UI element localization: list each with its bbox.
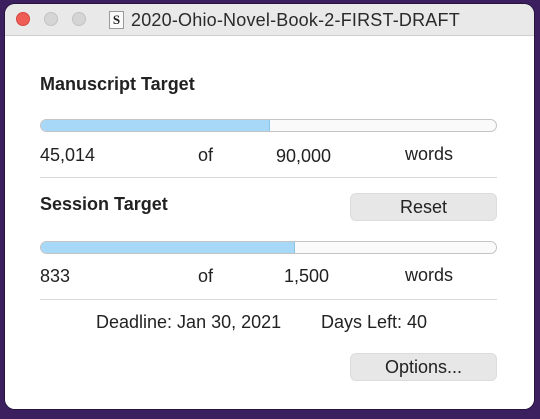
days-left-text: Days Left: 40 xyxy=(321,312,428,332)
manuscript-progress-bar xyxy=(40,119,497,132)
options-button[interactable]: Options... xyxy=(350,353,497,381)
session-progress-bar xyxy=(40,241,497,254)
section-divider xyxy=(40,299,497,300)
zoom-window-button[interactable] xyxy=(72,12,86,26)
manuscript-target-words[interactable]: 90,000 xyxy=(276,146,331,167)
manuscript-target-heading: Manuscript Target xyxy=(40,74,195,94)
window-title: 2020-Ohio-Novel-Book-2-FIRST-DRAFT xyxy=(131,10,460,30)
manuscript-of-label: of xyxy=(198,145,214,165)
minimize-window-button[interactable] xyxy=(44,12,58,26)
targets-panel: Manuscript Target 45,014 of 90,000 words… xyxy=(5,36,534,409)
session-progress-fill xyxy=(41,242,295,253)
manuscript-current-words: 45,014 xyxy=(40,145,96,165)
manuscript-unit-label[interactable]: words xyxy=(405,144,453,165)
manuscript-progress-fill xyxy=(41,120,270,131)
session-target-words[interactable]: 1,500 xyxy=(284,266,329,287)
title-bar[interactable]: S 2020-Ohio-Novel-Book-2-FIRST-DRAFT xyxy=(5,4,534,36)
session-of-label: of xyxy=(198,266,214,286)
session-target-heading: Session Target xyxy=(40,194,168,214)
close-window-button[interactable] xyxy=(16,12,30,26)
deadline-text: Deadline: Jan 30, 2021 xyxy=(96,312,282,332)
session-current-words: 833 xyxy=(40,266,71,286)
scrivener-document-icon: S xyxy=(109,11,124,29)
section-divider xyxy=(40,177,497,178)
reset-button[interactable]: Reset xyxy=(350,193,497,221)
project-targets-window: S 2020-Ohio-Novel-Book-2-FIRST-DRAFT Man… xyxy=(5,4,534,409)
session-unit-label[interactable]: words xyxy=(405,265,453,286)
